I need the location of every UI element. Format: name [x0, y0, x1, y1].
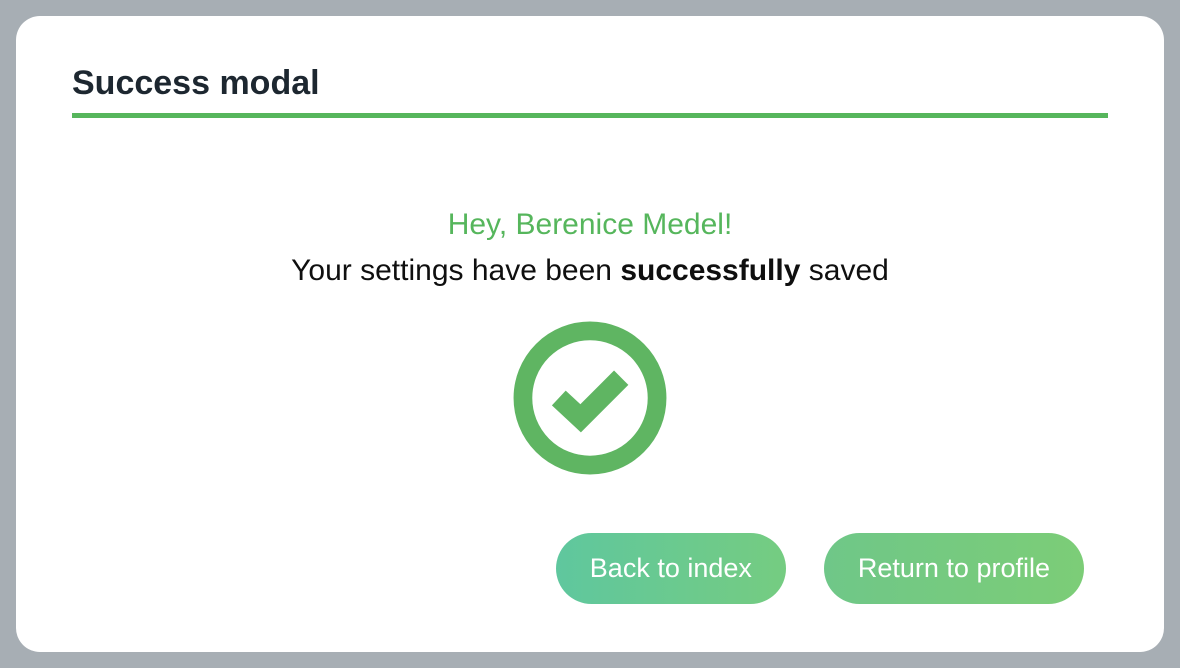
modal-footer: Back to index Return to profile	[72, 533, 1108, 604]
modal-content: Hey, Berenice Medel! Your settings have …	[72, 208, 1108, 533]
return-to-profile-button[interactable]: Return to profile	[824, 533, 1084, 604]
greeting-text: Hey, Berenice Medel!	[448, 208, 733, 242]
success-modal: Success modal Hey, Berenice Medel! Your …	[16, 16, 1164, 652]
message-prefix: Your settings have been	[291, 254, 620, 287]
modal-title: Success modal	[72, 64, 1108, 103]
title-underline	[72, 113, 1108, 118]
message-bold: successfully	[620, 254, 800, 287]
check-circle-icon	[512, 320, 668, 476]
message-suffix: saved	[800, 254, 888, 287]
message-text: Your settings have been successfully sav…	[291, 254, 889, 288]
back-to-index-button[interactable]: Back to index	[556, 533, 786, 604]
